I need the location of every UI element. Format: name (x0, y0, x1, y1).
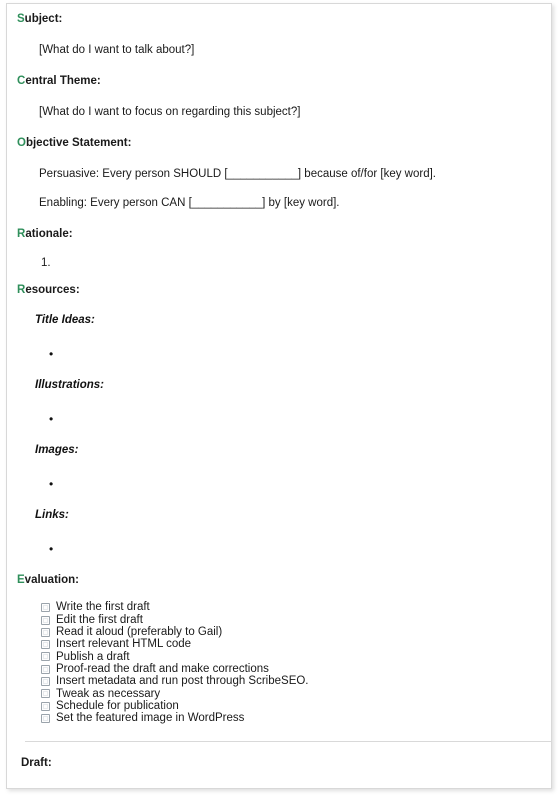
checkbox-schedule-publication[interactable] (41, 701, 50, 711)
checkbox-publish-draft[interactable] (41, 652, 50, 662)
checklist-item[interactable]: Set the featured image in WordPress (41, 712, 541, 724)
heading-text: ationale: (25, 227, 73, 240)
document-body: Subject: [What do I want to talk about?]… (7, 4, 551, 789)
bullet-icon: • (49, 476, 54, 491)
checklist-item-label: Set the featured image in WordPress (56, 712, 245, 725)
checklist-item-label: Edit the first draft (56, 613, 143, 626)
enabling-blank: ___________ (191, 196, 263, 209)
checklist-item[interactable]: Schedule for publication (41, 700, 541, 712)
section-heading-objective-statement: Objective Statement: (17, 137, 541, 151)
checkbox-read-aloud[interactable] (41, 627, 50, 637)
central-theme-prompt: [What do I want to focus on regarding th… (39, 105, 301, 118)
heading-text: bjective Statement: (25, 137, 132, 150)
enabling-prefix: Enabling: Every person CAN [ (39, 196, 192, 209)
checklist-item-label: Write the first draft (56, 601, 150, 614)
objective-persuasive-line: Persuasive: Every person SHOULD [_______… (17, 167, 541, 181)
rationale-item-1: 1. (41, 256, 51, 269)
checklist-item[interactable]: Tweak as necessary (41, 688, 541, 700)
resources-group-label-links: Links: (35, 508, 69, 521)
section-heading-draft: Draft: (21, 756, 52, 769)
checklist-item[interactable]: Proof-read the draft and make correction… (41, 663, 541, 675)
evaluation-checklist: Write the first draft Edit the first dra… (17, 601, 541, 725)
resources-bullet-links: • (17, 539, 541, 558)
bullet-icon: • (49, 346, 54, 361)
checklist-item[interactable]: Edit the first draft (41, 614, 541, 626)
document-page: Subject: [What do I want to talk about?]… (6, 3, 552, 789)
checklist-item-label: Schedule for publication (56, 699, 179, 712)
checklist-item[interactable]: Insert metadata and run post through Scr… (41, 675, 541, 687)
section-heading-subject: Subject: (17, 13, 541, 27)
resources-bullet-images: • (17, 474, 541, 493)
resources-group-label-illustrations: Illustrations: (35, 378, 105, 391)
checklist-item[interactable]: Write the first draft (41, 601, 541, 614)
checklist-item[interactable]: Insert relevant HTML code (41, 638, 541, 650)
heading-initial-cap: O (17, 137, 26, 150)
checklist-item-label: Tweak as necessary (56, 687, 161, 700)
heading-text: ubject: (24, 13, 63, 25)
objective-enabling-line: Enabling: Every person CAN [___________]… (17, 196, 541, 210)
checklist-item-label: Insert relevant HTML code (56, 638, 192, 651)
draft-line-lead-paragraph: [Lead Paragraph] (17, 788, 541, 789)
heading-initial-cap: S (17, 13, 25, 25)
checklist-item-label: Proof-read the draft and make correction… (56, 662, 269, 675)
section-heading-central-theme: Central Theme: (17, 75, 541, 89)
section-heading-resources: Resources: (17, 284, 541, 298)
checkbox-write-first-draft[interactable] (41, 603, 50, 613)
section-heading-evaluation: Evaluation: (17, 574, 541, 588)
heading-initial-cap: E (17, 573, 25, 586)
heading-text: esources: (25, 284, 80, 297)
heading-text: valuation: (24, 573, 79, 586)
bullet-icon: • (49, 541, 54, 556)
checkbox-insert-metadata[interactable] (41, 677, 50, 687)
checklist-item-label: Publish a draft (56, 650, 130, 663)
checklist-item[interactable]: Publish a draft (41, 651, 541, 663)
resources-group-label-images: Images: (35, 443, 79, 456)
resources-bullet-title-ideas: • (17, 344, 541, 363)
checkbox-proof-read[interactable] (41, 664, 50, 674)
subject-prompt: [What do I want to talk about?] (39, 43, 195, 56)
persuasive-blank: ___________ (227, 168, 298, 181)
resources-group-label-title-ideas: Title Ideas: (35, 313, 95, 326)
checklist-item-label: Read it aloud (preferably to Gail) (56, 626, 223, 639)
checkbox-set-featured-image[interactable] (41, 713, 50, 723)
section-heading-rationale: Rationale: (17, 228, 541, 242)
persuasive-prefix: Persuasive: Every person SHOULD [ (39, 168, 228, 181)
bullet-icon: • (49, 411, 54, 426)
checkbox-edit-first-draft[interactable] (41, 615, 50, 625)
resources-bullet-illustrations: • (17, 409, 541, 428)
persuasive-suffix: ] because of/for [key word]. (297, 168, 436, 181)
enabling-suffix: ] by [key word]. (262, 196, 340, 209)
checkbox-tweak-as-necessary[interactable] (41, 689, 50, 699)
checklist-item-label: Insert metadata and run post through Scr… (56, 675, 309, 688)
heading-text: entral Theme: (25, 75, 101, 88)
checkbox-insert-html[interactable] (41, 640, 50, 650)
checklist-item[interactable]: Read it aloud (preferably to Gail) (41, 626, 541, 638)
